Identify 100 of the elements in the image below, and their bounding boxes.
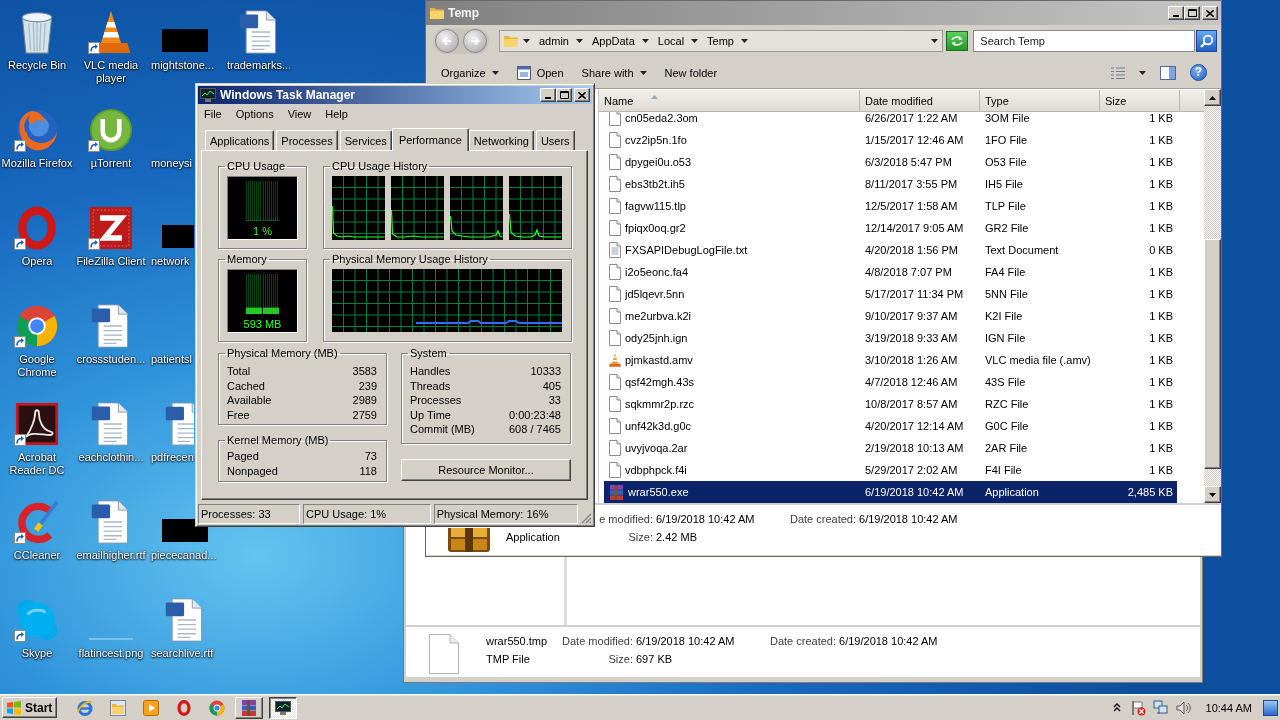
desktop-icon-label[interactable]: trademarks... <box>221 59 297 72</box>
minimize-button[interactable] <box>1168 6 1184 20</box>
blank-file-icon <box>609 418 621 434</box>
forward-button[interactable] <box>463 29 487 53</box>
file-row[interactable]: ebs3tb2t.ih5 8/11/2017 3:55 PM IH5 File 1 KB <box>604 173 1177 195</box>
image-thumbnail[interactable] <box>162 29 208 52</box>
file-row[interactable]: vdbphpck.f4i 5/29/2017 2:02 AM F4I File 1 KB <box>604 459 1177 481</box>
file-row[interactable]: wrar550.exe 6/19/2018 10:42 AM Application 2,485 KB <box>604 481 1177 503</box>
search-icon <box>1199 34 1214 48</box>
menu-item[interactable]: View <box>282 107 317 120</box>
cloud-logo-icon[interactable] <box>15 598 59 642</box>
file-type-cell-text: 2AR File <box>984 442 1029 454</box>
desktop-icon-label[interactable]: µTorrent <box>73 157 149 170</box>
file-row[interactable]: unf42k3d.g0c 4/20/2017 12:14 AM G0C File 1 KB <box>604 415 1177 437</box>
globe-icon[interactable] <box>15 108 59 152</box>
file-row[interactable]: fpiqx0oq.gr2 12/14/2017 9:05 AM GR2 File 1 KB <box>604 217 1177 239</box>
caret-icon <box>931 39 939 43</box>
tab[interactable]: Performance <box>391 128 469 151</box>
column-header[interactable]: Type <box>980 90 1100 111</box>
file-row[interactable]: cn05eda2.3om 6/26/2017 1:22 AM 3OM File 1 KB <box>604 112 1177 129</box>
resource-monitor-button[interactable]: Resource Monitor... <box>401 459 571 481</box>
ring-swoosh-icon[interactable] <box>77 699 94 716</box>
ring-logo-icon[interactable] <box>15 206 59 250</box>
desktop-icon-label[interactable]: FileZilla Client <box>73 255 149 268</box>
show-desktop-button[interactable] <box>1263 699 1278 716</box>
breadcrumb-item[interactable]: Temp <box>702 31 752 51</box>
desktop-icon-label[interactable]: Google Chrome <box>0 353 75 379</box>
network-icon[interactable] <box>1152 699 1169 716</box>
tricolor-circle-icon[interactable] <box>15 304 59 348</box>
menu-item[interactable]: Options <box>230 107 279 120</box>
breadcrumb-item[interactable]: Local <box>652 31 703 51</box>
back-button[interactable] <box>435 29 459 53</box>
zigzag-tile-icon[interactable] <box>89 206 133 250</box>
column-header[interactable]: Size <box>1100 90 1180 111</box>
file-row[interactable]: fagvw115.tlp 12/5/2017 1:58 AM TLP File 1 KB <box>604 195 1177 217</box>
file-row[interactable]: jd5lqevr.5nn 5/17/2017 11:34 PM 5NN File 1 KB <box>604 283 1177 305</box>
scrollbar[interactable] <box>1204 89 1221 503</box>
image-thumbnail[interactable] <box>162 519 208 542</box>
column-header[interactable]: Name <box>599 90 860 111</box>
file-row[interactable]: i2o5eonc.fa4 4/8/2018 7:07 PM FA4 File 1 KB <box>604 261 1177 283</box>
search-button[interactable] <box>1196 30 1217 52</box>
scrollbar-thumb[interactable] <box>1204 239 1221 469</box>
taskbar-button[interactable] <box>269 696 298 719</box>
flag-icon[interactable] <box>1129 699 1146 716</box>
maximize-button[interactable] <box>1184 6 1200 20</box>
clock[interactable]: 10:44 AM <box>1205 701 1252 714</box>
tab[interactable]: Services <box>339 130 392 150</box>
menu-item[interactable]: File <box>199 107 227 120</box>
search-field[interactable]: Search Temp <box>973 30 1196 52</box>
desktop-icon-label[interactable]: network <box>151 255 190 268</box>
toolbar-button[interactable]: New folder <box>664 61 718 84</box>
brush-arc-icon[interactable] <box>15 500 59 544</box>
tab[interactable]: Users <box>535 130 575 150</box>
file-row[interactable]: pjmkastd.amv 3/10/2018 1:26 AM VLC media file (.amv) 1 KB <box>604 349 1177 371</box>
file-row[interactable]: cvz2ip5n.1fo 1/15/2017 12:46 AM 1FO File 1 KB <box>604 129 1177 151</box>
minimize-button[interactable] <box>540 88 556 102</box>
up-arrow-icon <box>1209 95 1216 100</box>
speaker-icon[interactable] <box>1175 699 1192 716</box>
toolbar-button[interactable]: Open <box>516 61 564 84</box>
tab[interactable]: Processes <box>276 130 338 150</box>
file-row[interactable]: sqkmmr2p.rzc 10/8/2017 8:57 AM RZC File 1 KB <box>604 393 1177 415</box>
desktop-icon-label[interactable]: mightstone... <box>151 59 214 72</box>
column-header[interactable]: Date modified <box>860 90 980 111</box>
address-bar[interactable]: admin AppData Local Temp <box>499 30 944 52</box>
resize-grip-icon[interactable] <box>581 513 592 524</box>
swirl-tile-icon[interactable] <box>15 402 59 446</box>
folder-icon[interactable] <box>110 699 127 716</box>
desktop-icon-label[interactable]: VLC media player <box>73 59 149 85</box>
desktop-icon-label[interactable]: Mozilla Firefox <box>0 157 75 170</box>
desktop-icon-label[interactable]: Recycle Bin <box>0 59 75 72</box>
desktop-icon-label[interactable]: moneysi <box>151 157 192 170</box>
close-button[interactable] <box>1202 6 1218 20</box>
toolbar-button[interactable]: Organize <box>441 61 499 84</box>
tricolor-circle-icon[interactable] <box>209 699 226 716</box>
tab[interactable]: Networking <box>468 130 534 150</box>
image-thumbnail[interactable] <box>162 225 194 248</box>
refresh-button[interactable] <box>946 31 969 51</box>
toolbar-button[interactable]: Share with <box>581 61 647 84</box>
file-size-cell-text: 1 KB <box>1148 420 1174 432</box>
file-row[interactable]: uvyjvoqa.2ar 2/19/2018 10:13 AM 2AR File 1 KB <box>604 437 1177 459</box>
start-button[interactable]: Start <box>2 697 58 718</box>
file-row[interactable]: me2urbva.k2i 9/10/2017 9:37 AM K2I File 1 KB <box>604 305 1177 327</box>
torrent-logo-icon[interactable] <box>89 108 133 152</box>
scroll-down-button[interactable] <box>1204 486 1221 503</box>
tab[interactable]: Applications <box>205 130 275 150</box>
file-row[interactable]: dpygei0u.o53 6/3/2018 5:47 PM O53 File 1 KB <box>604 151 1177 173</box>
detail-label: Date modified: <box>562 635 633 647</box>
scroll-up-button[interactable] <box>1204 89 1221 106</box>
breadcrumb-item[interactable]: admin <box>534 31 587 51</box>
close-button[interactable] <box>574 88 590 102</box>
date-modified-cell-text: 12/14/2017 9:05 AM <box>864 222 965 234</box>
menu-item[interactable]: Help <box>320 107 353 120</box>
breadcrumb-item[interactable]: AppData <box>586 31 653 51</box>
ring-logo-icon[interactable] <box>176 699 193 716</box>
play-icon[interactable] <box>143 699 160 716</box>
desktop-icon-label[interactable]: Opera <box>0 255 75 268</box>
file-row[interactable]: qsf42mgh.43s 4/7/2018 12:46 AM 43S File 1 KB <box>604 371 1177 393</box>
maximize-button[interactable] <box>556 88 572 102</box>
file-row[interactable]: FXSAPIDebugLogFile.txt 4/20/2018 1:56 PM Text Document 0 KB <box>604 239 1177 261</box>
file-row[interactable]: ody25jnh.ign 3/19/2018 9:33 AM IGN File 1 KB <box>604 327 1177 349</box>
